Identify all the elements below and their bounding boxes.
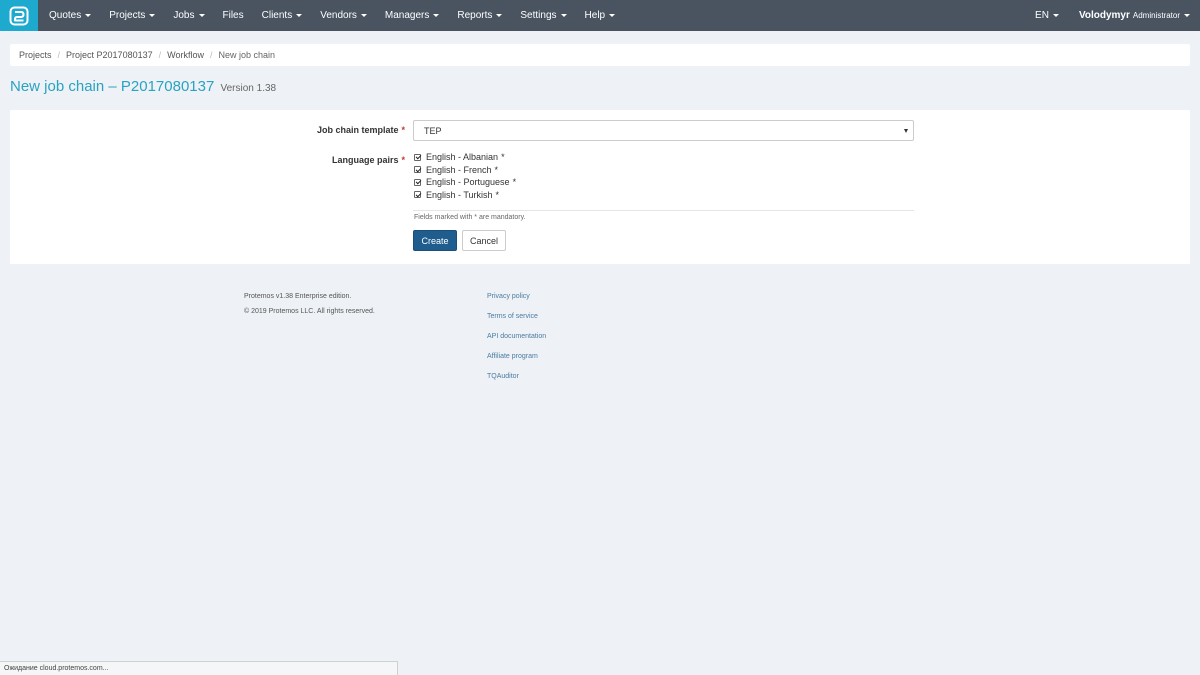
breadcrumb-workflow[interactable]: Workflow <box>167 50 204 60</box>
language-pair-label: English - Portuguese <box>426 177 510 188</box>
nav-item-label: Jobs <box>173 10 195 21</box>
breadcrumb-projects[interactable]: Projects <box>19 50 52 60</box>
required-mark: * <box>401 155 405 165</box>
mandatory-note: Fields marked with * are mandatory. <box>414 214 526 221</box>
navbar-right: EN Volodymyr Administrator <box>1025 0 1200 31</box>
chevron-down-icon <box>433 14 440 17</box>
nav-item-label: Files <box>222 10 244 21</box>
language-pair-item: English - Turkish * <box>414 189 516 202</box>
footer-copyright: © 2019 Protemos LLC. All rights reserved… <box>244 308 375 315</box>
nav-item-help[interactable]: Help <box>576 0 625 31</box>
footer-link[interactable]: Terms of service <box>487 312 546 332</box>
template-select[interactable]: TEP <box>413 120 914 141</box>
nav-item-label: Projects <box>109 10 146 21</box>
template-label-text: Job chain template <box>316 125 399 135</box>
required-mark: * <box>495 189 500 200</box>
breadcrumb-separator: / <box>57 50 61 60</box>
required-mark: * <box>401 125 405 135</box>
pairs-label-text: Language pairs <box>331 155 399 165</box>
user-name: Volodymyr <box>1078 10 1130 21</box>
nav-item-label: Clients <box>261 10 293 21</box>
chevron-down-icon <box>85 14 92 17</box>
page-title-text: New job chain – P2017080137 <box>10 78 215 95</box>
user-role: Administrator <box>1132 11 1180 20</box>
nav-item-label: Vendors <box>320 10 357 21</box>
version-label: Version 1.38 <box>220 83 277 94</box>
footer-link[interactable]: Privacy policy <box>487 292 546 312</box>
nav-item-vendors[interactable]: Vendors <box>311 0 376 31</box>
template-label: Job chain template * <box>317 125 405 135</box>
footer-link[interactable]: TQAuditor <box>487 372 546 392</box>
nav-item-label: Reports <box>457 10 493 21</box>
language-pair-label: English - Albanian <box>426 152 499 163</box>
language-pair-checkbox[interactable] <box>414 153 421 161</box>
job-chain-form: Job chain template * TEP Language pairs * … <box>10 110 1190 264</box>
footer-link[interactable]: Affiliate program <box>487 352 546 372</box>
breadcrumb: Projects / Project P2017080137 / Workflo… <box>10 44 1190 66</box>
footer-links: Privacy policy Terms of service API docume… <box>487 292 546 392</box>
nav-item-reports[interactable]: Reports <box>448 0 511 31</box>
chevron-down-icon <box>609 14 616 17</box>
nav-item-settings[interactable]: Settings <box>511 0 575 31</box>
browser-status-bar: Ожидание cloud.protemos.com... <box>0 661 398 675</box>
required-mark: * <box>501 152 505 163</box>
language-pair-checkbox[interactable] <box>414 191 421 199</box>
chevron-down-icon <box>1052 14 1059 17</box>
language-pair-label: English - French <box>426 164 492 175</box>
nav-item-label: Help <box>584 10 606 21</box>
language-pair-checkbox[interactable] <box>414 178 421 186</box>
breadcrumb-project[interactable]: Project P2017080137 <box>66 50 153 60</box>
nav-item-quotes[interactable]: Quotes <box>40 0 100 31</box>
footer-info: Protemos v1.38 Enterprise edition. © 201… <box>244 292 375 322</box>
nav-item-projects[interactable]: Projects <box>100 0 164 31</box>
nav-item-label: Quotes <box>49 10 82 21</box>
breadcrumb-separator: / <box>158 50 162 60</box>
top-navbar: Quotes Projects Jobs Files Clients Vendors Man… <box>0 0 1200 31</box>
language-switcher[interactable]: EN <box>1025 0 1069 31</box>
nav-item-jobs[interactable]: Jobs <box>164 0 213 31</box>
status-text: Ожидание cloud.protemos.com... <box>4 665 109 672</box>
breadcrumb-separator: / <box>209 50 213 60</box>
nav-item-managers[interactable]: Managers <box>376 0 448 31</box>
chevron-down-icon <box>296 14 303 17</box>
language-pair-label: English - Turkish <box>426 189 493 200</box>
chevron-down-icon <box>198 14 205 17</box>
nav-item-clients[interactable]: Clients <box>253 0 312 31</box>
form-divider <box>413 210 914 211</box>
cancel-button[interactable]: Cancel <box>462 230 506 251</box>
protemos-logo-icon <box>9 6 29 25</box>
user-menu[interactable]: Volodymyr Administrator <box>1069 0 1200 31</box>
pairs-label: Language pairs * <box>332 155 405 165</box>
language-pair-item: English - French * <box>414 164 516 177</box>
footer-edition: Protemos v1.38 Enterprise edition. <box>244 293 352 300</box>
breadcrumb-current: New job chain <box>218 50 276 60</box>
chevron-down-icon <box>1184 14 1190 17</box>
language-pair-item: English - Portuguese * <box>414 176 516 189</box>
required-mark: * <box>494 164 499 175</box>
chevron-down-icon <box>496 14 503 17</box>
logo[interactable] <box>0 0 38 31</box>
template-select-value: TEP <box>424 125 442 136</box>
language-pair-checkbox[interactable] <box>414 166 421 174</box>
main-menu: Quotes Projects Jobs Files Clients Vendors Man… <box>40 0 624 31</box>
page-title: New job chain – P2017080137 Version 1.38 <box>10 78 276 95</box>
language-label: EN <box>1035 10 1049 21</box>
language-pair-item: English - Albanian * <box>414 151 516 164</box>
chevron-down-icon <box>149 14 156 17</box>
footer-link[interactable]: API documentation <box>487 332 546 352</box>
required-mark: * <box>512 177 517 188</box>
nav-item-label: Managers <box>384 10 430 21</box>
language-pairs-list: English - Albanian * English - French * Engl… <box>414 151 516 201</box>
create-button[interactable]: Create <box>413 230 457 251</box>
nav-item-label: Settings <box>520 10 557 21</box>
nav-item-files[interactable]: Files <box>214 0 253 31</box>
caret-down-icon <box>904 129 908 133</box>
chevron-down-icon <box>560 14 567 17</box>
chevron-down-icon <box>360 14 367 17</box>
